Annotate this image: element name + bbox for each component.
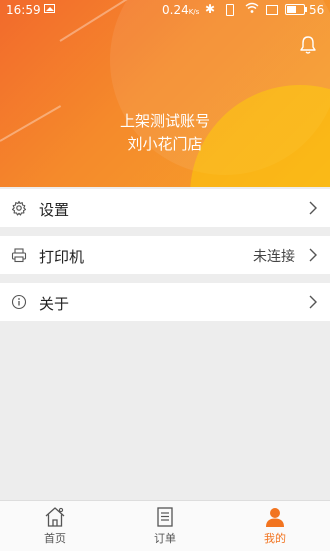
store-name: 刘小花门店 bbox=[127, 135, 203, 153]
user-icon bbox=[264, 506, 286, 528]
document-icon bbox=[154, 506, 176, 528]
tab-home-label: 首页 bbox=[44, 532, 66, 545]
battery-level-fill bbox=[287, 6, 296, 13]
info-icon bbox=[11, 294, 27, 310]
battery-percent: 56 bbox=[309, 3, 325, 17]
vibrate-icon bbox=[226, 4, 234, 16]
tab-home[interactable]: 首页 bbox=[0, 501, 110, 551]
bluetooth-icon: ✱ bbox=[205, 2, 216, 16]
battery-nub bbox=[305, 7, 307, 12]
network-speed-value: 0.24 bbox=[162, 3, 189, 17]
account-name: 上架测试账号 bbox=[119, 112, 210, 130]
gear-icon bbox=[11, 200, 27, 216]
network-speed: 0.24K/s bbox=[162, 3, 199, 17]
printer-label: 打印机 bbox=[39, 248, 85, 266]
profile-header: 16:59 0.24K/s ✱ 56 上架测试账号 刘小花门店 bbox=[0, 0, 330, 187]
wifi-icon bbox=[245, 2, 259, 17]
about-label: 关于 bbox=[39, 295, 70, 313]
network-speed-unit: K/s bbox=[188, 8, 200, 16]
tab-orders[interactable]: 订单 bbox=[110, 501, 220, 551]
screen-cast-icon bbox=[266, 5, 278, 15]
home-icon bbox=[44, 506, 66, 528]
status-time: 16:59 bbox=[6, 3, 41, 17]
printer-row[interactable]: 打印机 未连接 bbox=[0, 236, 330, 274]
status-bar: 16:59 0.24K/s ✱ 56 bbox=[0, 0, 330, 20]
image-notification-icon bbox=[44, 4, 55, 13]
tab-orders-label: 订单 bbox=[154, 532, 176, 545]
chevron-right-icon bbox=[308, 294, 318, 310]
bottom-tab-bar: 首页 订单 我的 bbox=[0, 500, 330, 551]
tab-mine[interactable]: 我的 bbox=[220, 501, 330, 551]
about-row[interactable]: 关于 bbox=[0, 283, 330, 321]
chevron-right-icon bbox=[308, 247, 318, 263]
settings-row[interactable]: 设置 bbox=[0, 189, 330, 227]
printer-status: 未连接 bbox=[253, 249, 295, 265]
tab-mine-label: 我的 bbox=[264, 532, 286, 545]
settings-label: 设置 bbox=[39, 201, 70, 219]
chevron-right-icon bbox=[308, 200, 318, 216]
bell-icon[interactable] bbox=[299, 35, 317, 55]
printer-icon bbox=[11, 247, 27, 263]
battery-icon bbox=[285, 4, 307, 15]
